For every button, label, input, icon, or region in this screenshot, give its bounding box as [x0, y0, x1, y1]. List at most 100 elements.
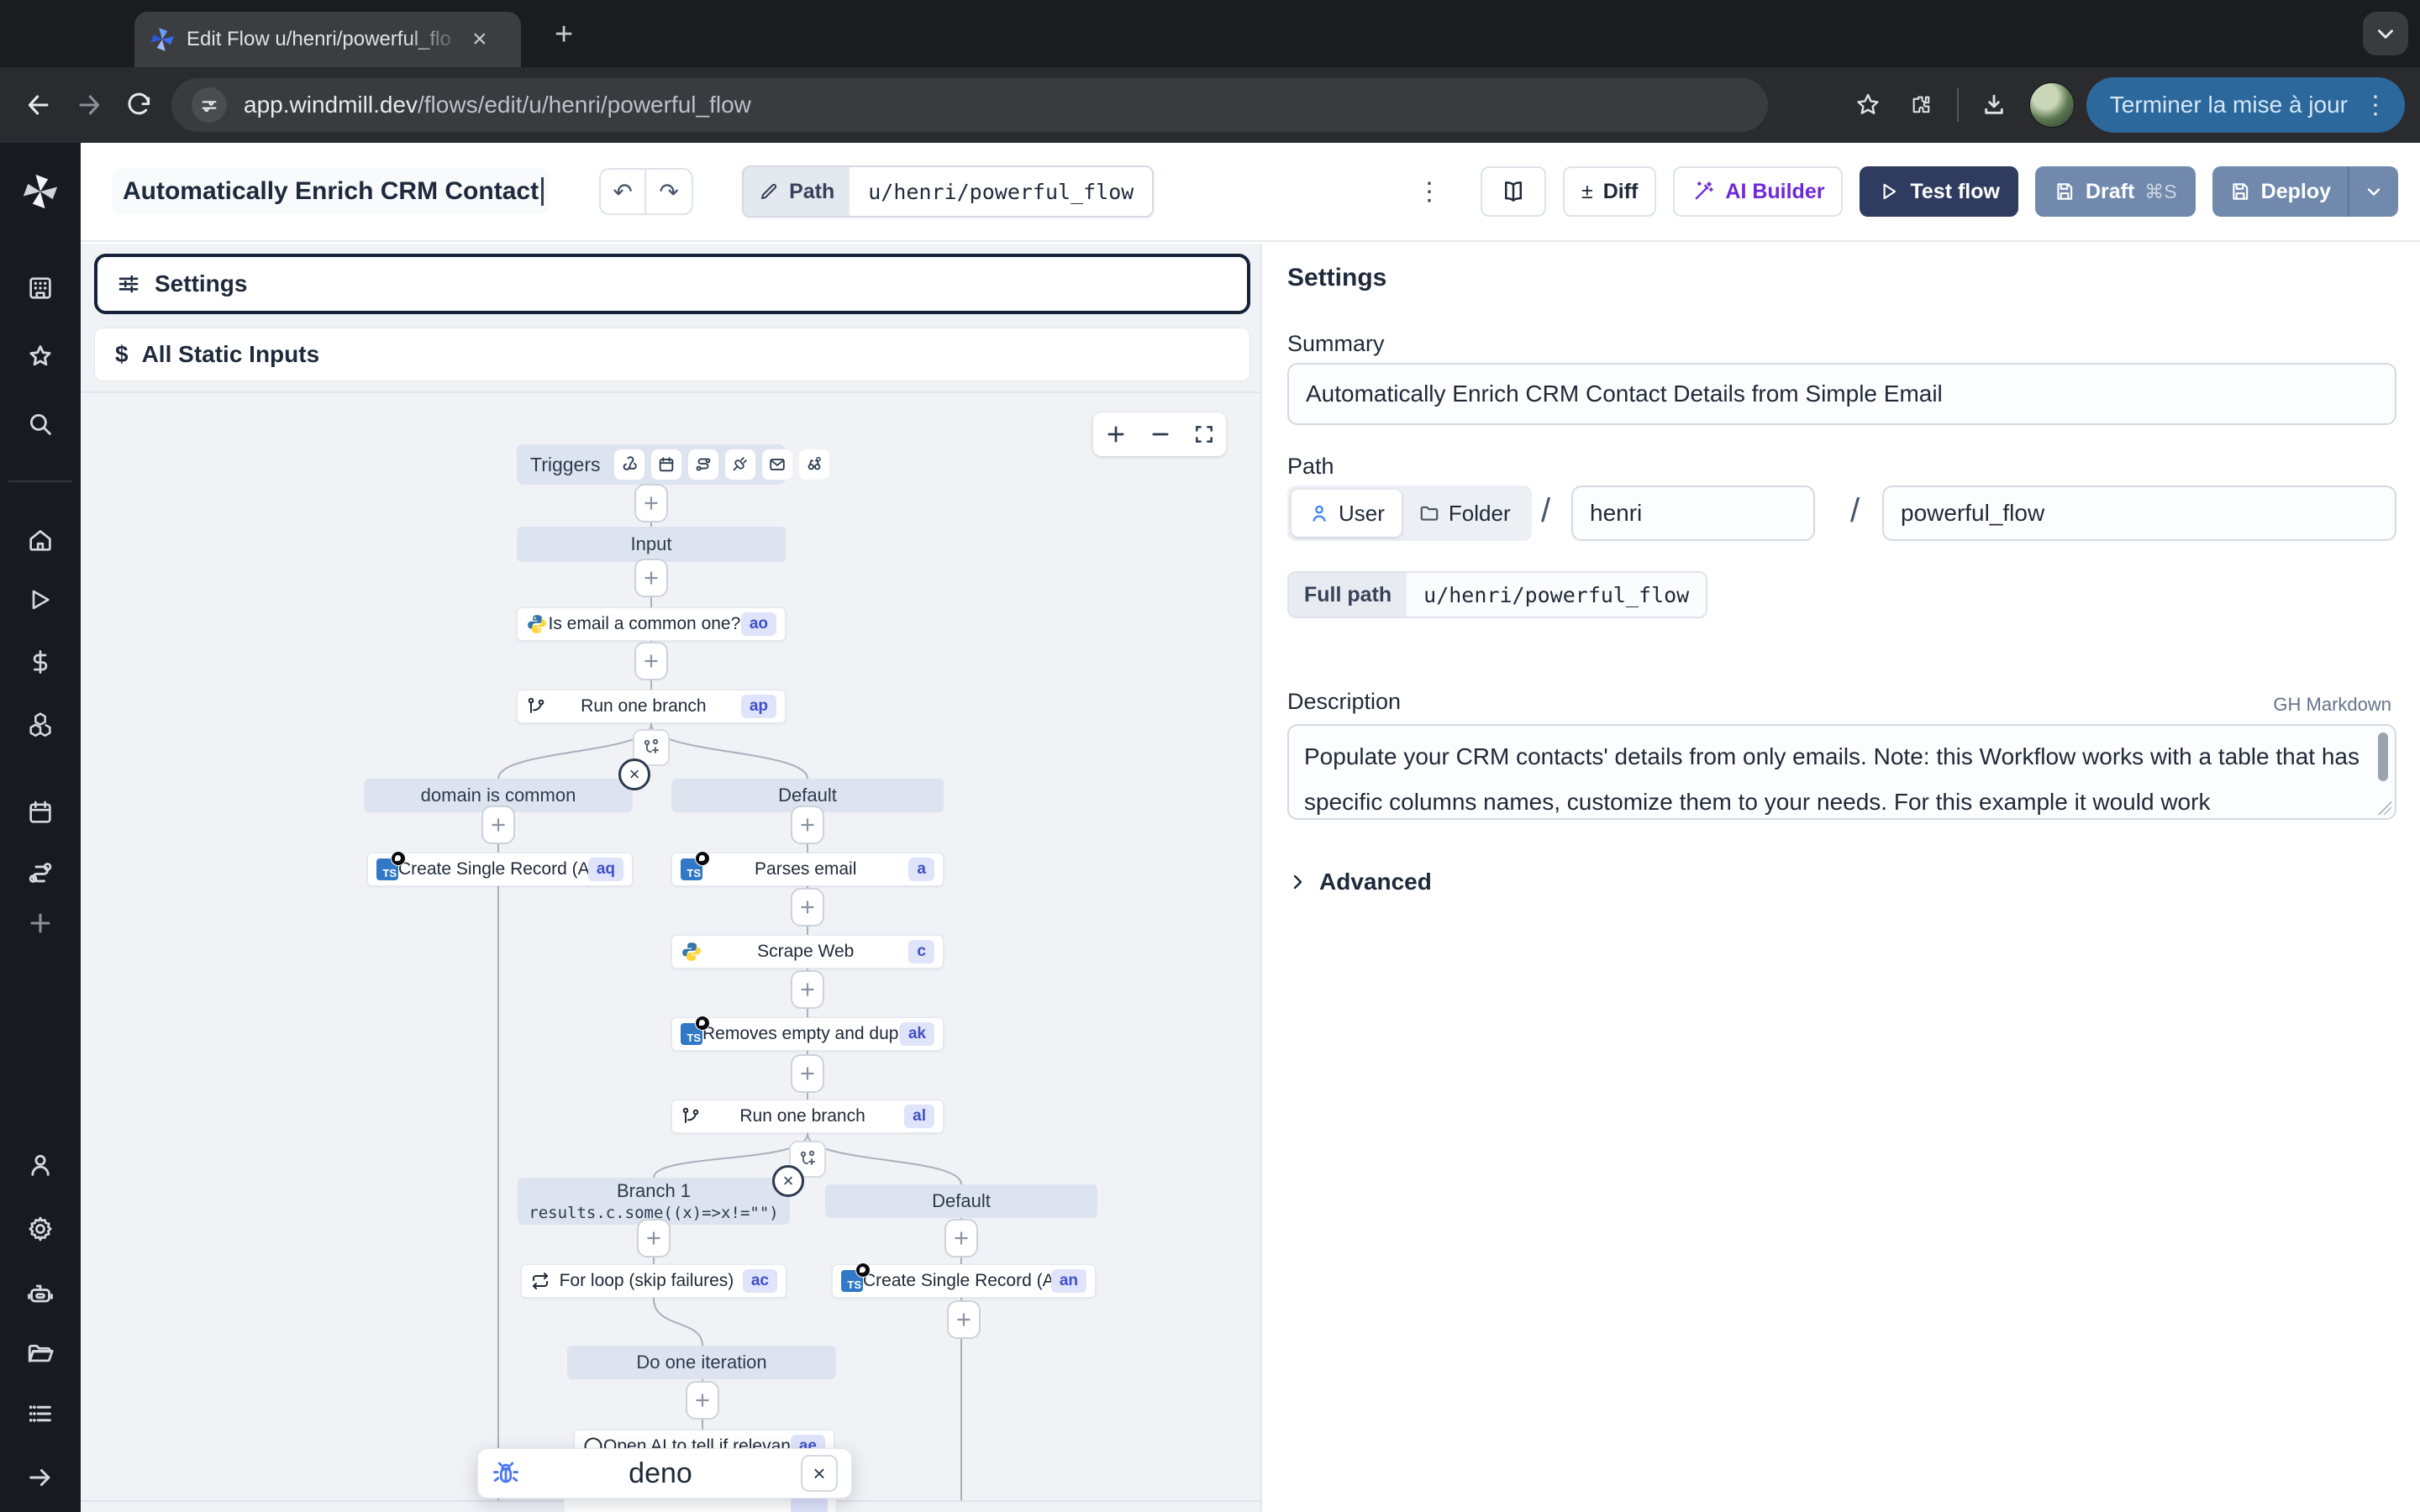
branch-default-2[interactable]: Default: [825, 1184, 1097, 1218]
step-scrape-web[interactable]: Scrape Web c: [671, 935, 944, 969]
step-is-email-common[interactable]: Is email a common one? ao: [517, 607, 786, 641]
rail-folders-icon[interactable]: [0, 1339, 81, 1369]
add-step-button[interactable]: [637, 1219, 671, 1257]
diff-button[interactable]: ± Diff: [1563, 166, 1656, 217]
rail-logs-list-icon[interactable]: [0, 1399, 81, 1428]
path-name-input[interactable]: powerful_flow: [1882, 486, 2396, 541]
step-parses-email[interactable]: TS Parses email a: [671, 853, 944, 886]
flow-canvas-panel[interactable]: Settings $ All Static Inputs: [81, 244, 1260, 1512]
zoom-in-button[interactable]: [1104, 423, 1128, 446]
test-flow-button[interactable]: Test flow: [1860, 166, 2018, 217]
email-trigger-icon[interactable]: [762, 449, 792, 480]
remove-branch-button[interactable]: ×: [772, 1165, 804, 1197]
deploy-dropdown-chevron[interactable]: [2349, 166, 2398, 217]
bookmark-star-icon[interactable]: [1841, 78, 1895, 132]
add-step-button[interactable]: [944, 1219, 978, 1257]
textarea-resize-handle[interactable]: [2378, 801, 2391, 815]
rail-schedules-icon[interactable]: [0, 798, 81, 827]
add-step-button[interactable]: [791, 888, 824, 927]
rail-search-icon[interactable]: [0, 410, 81, 438]
zoom-out-button[interactable]: [1149, 423, 1172, 446]
step-run-one-branch-2[interactable]: Run one branch al: [671, 1100, 944, 1133]
chrome-menu-kebab-icon[interactable]: ⋮: [2363, 91, 2388, 120]
settings-card-selected[interactable]: Settings: [94, 254, 1250, 314]
reload-button[interactable]: [114, 80, 165, 130]
save-icon: [2054, 181, 2075, 202]
windmill-logo-icon[interactable]: [0, 173, 81, 210]
rail-workers-bot-icon[interactable]: [0, 1278, 81, 1309]
typescript-deno-icon: TS: [376, 858, 398, 880]
add-step-button[interactable]: [791, 970, 824, 1009]
websocket-trigger-icon[interactable]: [725, 449, 755, 480]
schedule-trigger-icon[interactable]: [651, 449, 681, 480]
rail-home-icon[interactable]: [0, 526, 81, 554]
triggers-bar[interactable]: Triggers: [517, 444, 786, 485]
rail-add-icon[interactable]: [0, 909, 81, 937]
rail-flows-route-icon[interactable]: [0, 858, 81, 887]
flow-title[interactable]: Automatically Enrich CRM Contact: [113, 169, 549, 214]
user-toggle-option[interactable]: User: [1292, 490, 1402, 537]
rail-settings-gear-icon[interactable]: [0, 1215, 81, 1243]
tab-title-fade: [405, 28, 464, 51]
input-node[interactable]: Input: [517, 527, 786, 562]
ai-builder-button[interactable]: AI Builder: [1673, 166, 1843, 217]
rail-runs-icon[interactable]: [0, 586, 81, 613]
route-trigger-icon[interactable]: [688, 449, 718, 480]
rail-favorites-star-icon[interactable]: [0, 343, 81, 373]
branch-1-node[interactable]: Branch 1 results.c.some((x)=>x!=""): [518, 1178, 790, 1225]
add-step-button[interactable]: [634, 484, 668, 522]
typescript-deno-icon: TS: [681, 858, 702, 880]
step-for-loop[interactable]: For loop (skip failures) ac: [521, 1264, 786, 1298]
remove-branch-button[interactable]: ×: [618, 759, 650, 790]
rail-collapse-arrow-icon[interactable]: [0, 1463, 81, 1492]
chrome-update-button[interactable]: Terminer la mise à jour ⋮: [2086, 77, 2405, 133]
git-branch-icon: [681, 1106, 701, 1126]
draft-button[interactable]: Draft ⌘S: [2035, 166, 2196, 217]
tab-search-chevron-icon[interactable]: [2363, 12, 2408, 55]
url-bar[interactable]: app.windmill.dev/flows/edit/u/henri/powe…: [171, 78, 1768, 132]
all-static-inputs-card[interactable]: $ All Static Inputs: [94, 328, 1250, 381]
popup-close-button[interactable]: ×: [801, 1455, 838, 1492]
step-run-one-branch[interactable]: Run one branch ap: [517, 690, 786, 723]
step-removes-duplicates[interactable]: TS Removes empty and duplicates ak: [671, 1017, 944, 1051]
new-tab-button[interactable]: +: [555, 18, 573, 50]
fit-view-button[interactable]: [1193, 423, 1215, 445]
description-textarea[interactable]: Populate your CRM contacts' details from…: [1287, 724, 2396, 820]
deploy-button[interactable]: Deploy: [2212, 166, 2349, 217]
step-id-badge: aq: [588, 858, 623, 882]
add-step-button[interactable]: [791, 806, 824, 844]
step-create-record-aq[interactable]: TS Create Single Record (Airtable) aq: [367, 853, 633, 886]
browser-tab[interactable]: Edit Flow u/henri/powerful_flo ×: [134, 12, 521, 67]
rail-user-icon[interactable]: [0, 1151, 81, 1179]
do-one-iteration-node[interactable]: Do one iteration: [567, 1346, 836, 1379]
poll-trigger-icon[interactable]: [799, 449, 829, 480]
redo-button[interactable]: ↷: [646, 168, 693, 215]
add-step-button[interactable]: [481, 806, 515, 844]
site-settings-icon[interactable]: [192, 87, 227, 123]
add-step-button[interactable]: [634, 559, 668, 597]
docs-book-button[interactable]: [1481, 166, 1546, 217]
add-step-button[interactable]: [634, 642, 668, 680]
add-step-button[interactable]: [791, 1054, 824, 1093]
textarea-scrollbar[interactable]: [2378, 732, 2388, 781]
rail-variables-icon[interactable]: [0, 648, 81, 675]
folder-toggle-option[interactable]: Folder: [1402, 490, 1528, 537]
tab-close-icon[interactable]: ×: [472, 27, 487, 52]
downloads-icon[interactable]: [1967, 78, 2021, 132]
extensions-puzzle-icon[interactable]: [1895, 78, 1949, 132]
webhook-trigger-icon[interactable]: [614, 449, 644, 480]
path-chip[interactable]: Path u/henri/powerful_flow: [742, 165, 1154, 218]
back-button[interactable]: [13, 80, 64, 130]
forward-button[interactable]: [64, 80, 114, 130]
summary-input[interactable]: Automatically Enrich CRM Contact Details…: [1287, 363, 2396, 425]
header-more-kebab-icon[interactable]: ⋮: [1395, 177, 1464, 207]
path-owner-input[interactable]: henri: [1571, 486, 1815, 541]
profile-avatar[interactable]: [2029, 82, 2075, 128]
advanced-section-toggle[interactable]: Advanced: [1287, 869, 1432, 895]
add-step-button[interactable]: [686, 1381, 719, 1420]
rail-resources-icon[interactable]: [0, 709, 81, 738]
rail-workspace-icon[interactable]: [0, 274, 81, 302]
undo-button[interactable]: ↶: [599, 168, 646, 215]
step-create-record-an[interactable]: TS Create Single Record (Airtable) an: [832, 1264, 1096, 1298]
add-step-button[interactable]: [947, 1300, 981, 1339]
